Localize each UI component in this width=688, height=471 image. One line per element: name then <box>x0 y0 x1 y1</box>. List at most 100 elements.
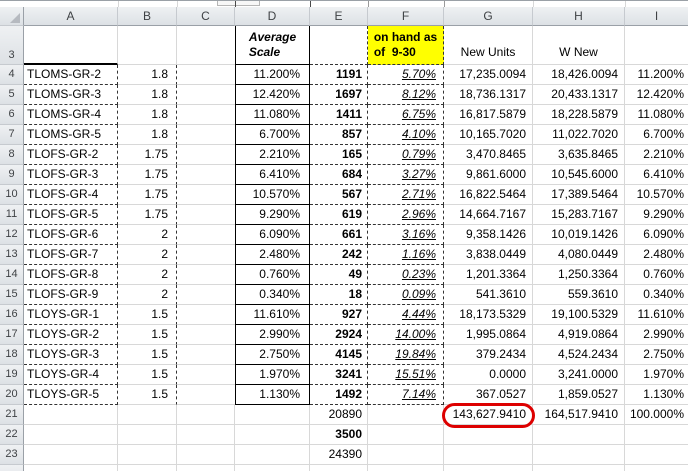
cell-F8[interactable]: 0.79% <box>368 145 444 165</box>
column-header-F[interactable]: F <box>368 7 444 26</box>
cell-H21[interactable]: 164,517.9410 <box>533 405 625 425</box>
column-header-A[interactable]: A <box>24 7 118 26</box>
cell-H18[interactable]: 4,524.2434 <box>533 345 625 365</box>
column-header-E[interactable]: E <box>310 7 368 26</box>
cell-E17[interactable]: 2924 <box>310 325 368 345</box>
cell-G3-new-units-header[interactable]: New Units <box>444 26 533 65</box>
cell-B6[interactable]: 1.8 <box>118 105 177 125</box>
cell-C12[interactable] <box>177 225 235 245</box>
cell-B12[interactable]: 2 <box>118 225 177 245</box>
cell-A4[interactable]: TLOMS-GR-2 <box>24 65 118 85</box>
cell-F18[interactable]: 19.84% <box>368 345 444 365</box>
cell-B8[interactable]: 1.75 <box>118 145 177 165</box>
cell-F23[interactable] <box>368 445 444 465</box>
cell-I15[interactable]: 0.340% <box>625 285 688 305</box>
cell-A11[interactable]: TLOFS-GR-5 <box>24 205 118 225</box>
cell-H9[interactable]: 10,545.6000 <box>533 165 625 185</box>
cell-C9[interactable] <box>177 165 235 185</box>
cell-G16[interactable]: 18,173.5329 <box>444 305 533 325</box>
cell-F6[interactable]: 6.75% <box>368 105 444 125</box>
row-header-17[interactable]: 17 <box>0 325 24 345</box>
row-header-23[interactable]: 23 <box>0 445 24 465</box>
cell-G20[interactable]: 367.0527 <box>444 385 533 405</box>
cell-A17[interactable]: TLOYS-GR-2 <box>24 325 118 345</box>
cell-A18[interactable]: TLOYS-GR-3 <box>24 345 118 365</box>
cell-E5[interactable]: 1697 <box>310 85 368 105</box>
cell-Bpartial[interactable] <box>118 465 177 471</box>
column-header-D[interactable]: D <box>235 7 310 26</box>
cell-B7[interactable]: 1.8 <box>118 125 177 145</box>
column-header-I[interactable]: I <box>625 7 688 26</box>
cell-E9[interactable]: 684 <box>310 165 368 185</box>
cell-C17[interactable] <box>177 325 235 345</box>
cell-E6[interactable]: 1411 <box>310 105 368 125</box>
cell-G15[interactable]: 541.3610 <box>444 285 533 305</box>
cell-G6[interactable]: 16,817.5879 <box>444 105 533 125</box>
cell-E10[interactable]: 567 <box>310 185 368 205</box>
column-header-B[interactable]: B <box>118 7 177 26</box>
cell-B14[interactable]: 2 <box>118 265 177 285</box>
cell-H14[interactable]: 1,250.3364 <box>533 265 625 285</box>
cell-I16[interactable]: 11.610% <box>625 305 688 325</box>
cell-G4[interactable]: 17,235.0094 <box>444 65 533 85</box>
cell-H12[interactable]: 10,019.1426 <box>533 225 625 245</box>
cell-F14[interactable]: 0.23% <box>368 265 444 285</box>
cell-F19[interactable]: 15.51% <box>368 365 444 385</box>
cell-G13[interactable]: 3,838.0449 <box>444 245 533 265</box>
cell-G11[interactable]: 14,664.7167 <box>444 205 533 225</box>
cell-D23[interactable] <box>235 445 310 465</box>
row-header-13[interactable]: 13 <box>0 245 24 265</box>
cell-E14[interactable]: 49 <box>310 265 368 285</box>
cell-B22[interactable] <box>118 425 177 445</box>
cell-D11[interactable]: 9.290% <box>235 205 310 225</box>
cell-D20[interactable]: 1.130% <box>235 385 310 405</box>
cell-I18[interactable]: 2.750% <box>625 345 688 365</box>
cell-A7[interactable]: TLOMS-GR-5 <box>24 125 118 145</box>
cell-G21-circled-total[interactable]: 143,627.9410 <box>444 405 533 425</box>
cell-G10[interactable]: 16,822.5464 <box>444 185 533 205</box>
cell-G23[interactable] <box>444 445 533 465</box>
cell-H7[interactable]: 11,022.7020 <box>533 125 625 145</box>
cell-I20[interactable]: 1.130% <box>625 385 688 405</box>
cell-E4[interactable]: 1191 <box>310 65 368 85</box>
cell-C8[interactable] <box>177 145 235 165</box>
cell-D21[interactable] <box>235 405 310 425</box>
cell-D19[interactable]: 1.970% <box>235 365 310 385</box>
cell-B3[interactable] <box>118 26 177 65</box>
cell-G9[interactable]: 9,861.6000 <box>444 165 533 185</box>
cell-B19[interactable]: 1.5 <box>118 365 177 385</box>
cell-F10[interactable]: 2.71% <box>368 185 444 205</box>
cell-E13[interactable]: 242 <box>310 245 368 265</box>
cell-D22[interactable] <box>235 425 310 445</box>
row-header-15[interactable]: 15 <box>0 285 24 305</box>
cell-B10[interactable]: 1.75 <box>118 185 177 205</box>
select-all-button[interactable] <box>0 7 24 26</box>
column-header-C[interactable]: C <box>177 7 235 26</box>
row-header-20[interactable]: 20 <box>0 385 24 405</box>
cell-H10[interactable]: 17,389.5464 <box>533 185 625 205</box>
cell-G19[interactable]: 0.0000 <box>444 365 533 385</box>
cell-E23[interactable]: 24390 <box>310 445 368 465</box>
cell-B17[interactable]: 1.5 <box>118 325 177 345</box>
cell-C4[interactable] <box>177 65 235 85</box>
cell-F11[interactable]: 2.96% <box>368 205 444 225</box>
column-header-H[interactable]: H <box>533 7 625 26</box>
cell-H11[interactable]: 15,283.7167 <box>533 205 625 225</box>
cell-G18[interactable]: 379.2434 <box>444 345 533 365</box>
cell-D9[interactable]: 6.410% <box>235 165 310 185</box>
cell-I12[interactable]: 6.090% <box>625 225 688 245</box>
cell-G22[interactable] <box>444 425 533 445</box>
cell-B15[interactable]: 2 <box>118 285 177 305</box>
cell-H22[interactable] <box>533 425 625 445</box>
row-header-7[interactable]: 7 <box>0 125 24 145</box>
cell-D17[interactable]: 2.990% <box>235 325 310 345</box>
cell-D12[interactable]: 6.090% <box>235 225 310 245</box>
cell-F5[interactable]: 8.12% <box>368 85 444 105</box>
cell-E3[interactable] <box>310 26 368 65</box>
cell-C15[interactable] <box>177 285 235 305</box>
cell-F22[interactable] <box>368 425 444 445</box>
cell-I21[interactable]: 100.000% <box>625 405 688 425</box>
cell-C22[interactable] <box>177 425 235 445</box>
cell-I23[interactable] <box>625 445 688 465</box>
cell-F20[interactable]: 7.14% <box>368 385 444 405</box>
